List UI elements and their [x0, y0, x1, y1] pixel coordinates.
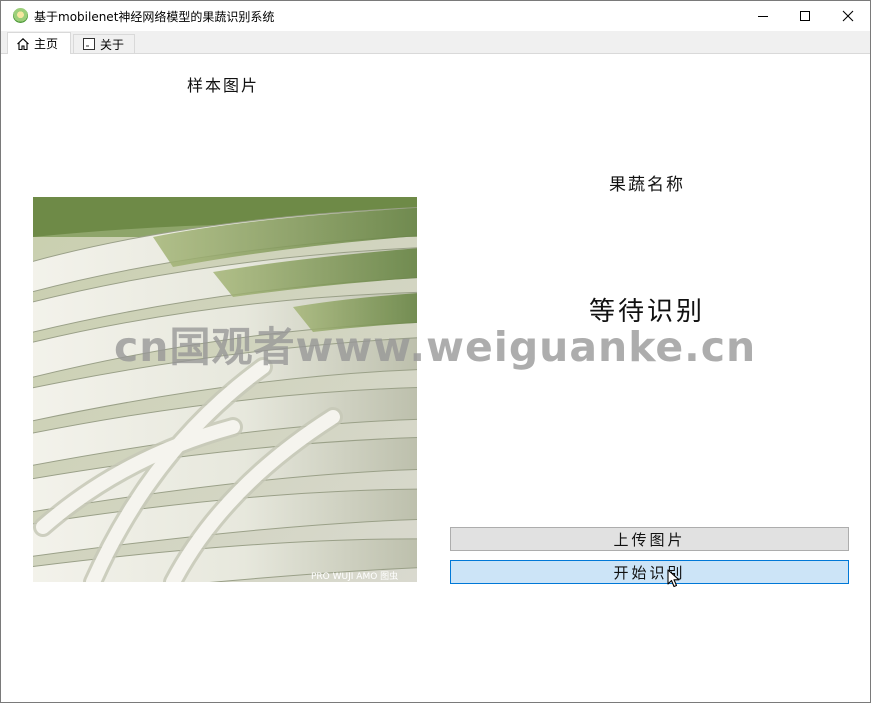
document-icon — [83, 38, 95, 50]
home-icon — [17, 37, 29, 50]
maximize-button[interactable] — [782, 1, 828, 31]
main-panel: 样本图片 PRO WUJI AMO 图虫 果蔬名称 等待识别 上传图片 开始识别 — [1, 54, 870, 702]
close-button[interactable] — [825, 1, 871, 31]
tab-home[interactable]: 主页 — [7, 32, 71, 54]
tab-home-label: 主页 — [34, 37, 59, 51]
title-bar[interactable]: 基于mobilenet神经网络模型的果蔬识别系统 — [1, 1, 870, 31]
maximize-icon — [800, 11, 810, 21]
app-logo-icon — [13, 8, 28, 23]
window-title: 基于mobilenet神经网络模型的果蔬识别系统 — [34, 10, 275, 24]
sample-image: PRO WUJI AMO 图虫 — [33, 197, 417, 582]
mouse-cursor-icon — [667, 569, 680, 588]
app-window: 基于mobilenet神经网络模型的果蔬识别系统 主页 关于 样本图片 PRO … — [0, 0, 871, 703]
tab-about-label: 关于 — [100, 37, 125, 52]
tab-bar: 主页 关于 — [1, 31, 870, 54]
produce-name-title: 果蔬名称 — [609, 175, 685, 195]
minimize-icon — [758, 16, 768, 17]
minimize-button[interactable] — [740, 1, 786, 31]
close-icon — [842, 10, 854, 22]
sample-image-title: 样本图片 — [187, 76, 260, 95]
start-recognition-button[interactable]: 开始识别 — [450, 560, 849, 584]
scallion-photo: PRO WUJI AMO 图虫 — [33, 197, 417, 582]
tab-about[interactable]: 关于 — [73, 34, 135, 53]
upload-image-button[interactable]: 上传图片 — [450, 527, 849, 551]
image-caption: PRO WUJI AMO 图虫 — [311, 570, 398, 582]
recognition-result: 等待识别 — [589, 297, 706, 327]
